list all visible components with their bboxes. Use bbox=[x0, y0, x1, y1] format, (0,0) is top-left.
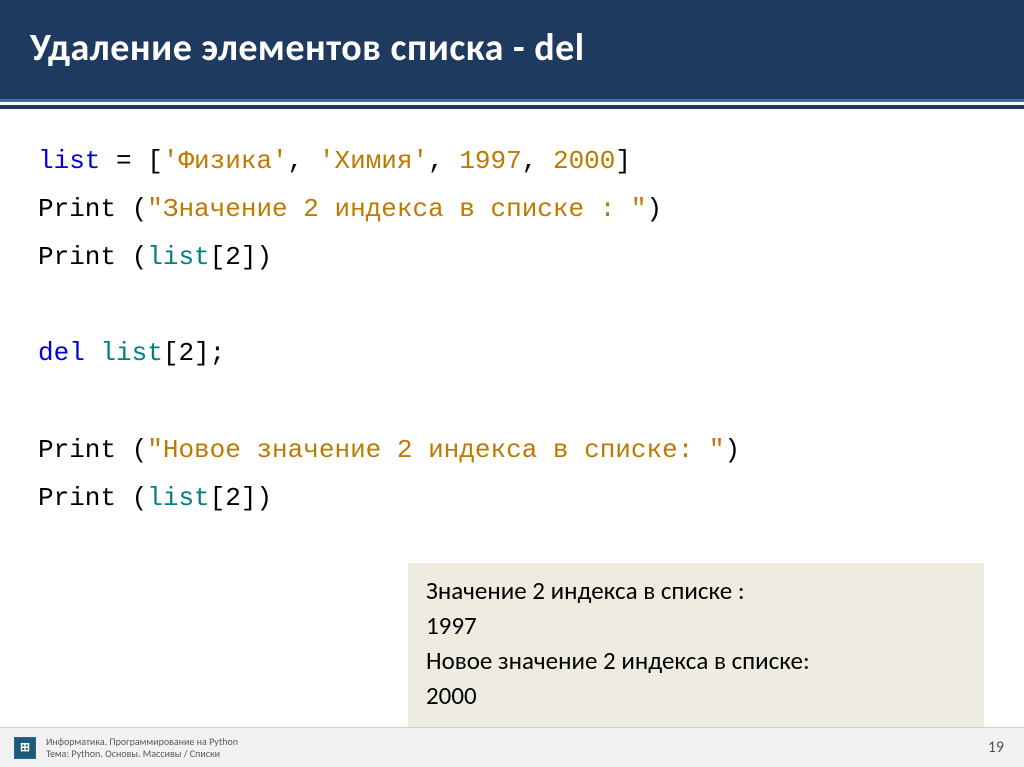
syntax bbox=[85, 338, 101, 368]
slide-header: Удаление элементов списка - del bbox=[0, 0, 1024, 102]
syntax: ] bbox=[615, 146, 631, 176]
code-line-4: del list[2]; bbox=[38, 329, 986, 377]
code-line-1: list = ['Физика', 'Химия', 1997, 2000] bbox=[38, 137, 986, 185]
blank-line bbox=[38, 281, 986, 329]
slide-footer: ⊞ Информатика. Программирование на Pytho… bbox=[0, 727, 1024, 767]
code-line-5: Print ("Новое значение 2 индекса в списк… bbox=[38, 426, 986, 474]
keyword-del: del bbox=[38, 338, 85, 368]
function-print: Print bbox=[38, 242, 116, 272]
string-literal: 'Химия' bbox=[319, 146, 428, 176]
syntax: ( bbox=[116, 194, 147, 224]
number-literal: 1997 bbox=[459, 146, 521, 176]
footer-logo-icon: ⊞ bbox=[14, 737, 36, 759]
function-print: Print bbox=[38, 435, 116, 465]
keyword-list: list bbox=[38, 146, 100, 176]
output-box: Значение 2 индекса в списке : 1997 Новое… bbox=[408, 563, 984, 727]
syntax: ( bbox=[116, 483, 147, 513]
output-line: 2000 bbox=[426, 678, 966, 713]
code-line-6: Print (list[2]) bbox=[38, 474, 986, 522]
footer-text: Информатика. Программирование на Python … bbox=[46, 736, 988, 760]
footer-line-1: Информатика. Программирование на Python bbox=[46, 736, 988, 748]
code-line-2: Print ("Значение 2 индекса в списке : ") bbox=[38, 185, 986, 233]
syntax: ( bbox=[116, 435, 147, 465]
syntax: [2]; bbox=[163, 338, 225, 368]
string-literal: "Новое значение 2 индекса в списке: " bbox=[147, 435, 724, 465]
slide-content: list = ['Физика', 'Химия', 1997, 2000] P… bbox=[0, 109, 1024, 550]
syntax: ) bbox=[647, 194, 663, 224]
output-line: Новое значение 2 индекса в списке: bbox=[426, 643, 966, 678]
syntax: [2]) bbox=[210, 242, 272, 272]
syntax: , bbox=[428, 146, 459, 176]
identifier: list bbox=[147, 483, 209, 513]
syntax: , bbox=[522, 146, 553, 176]
slide-title: Удаление элементов списка - del bbox=[30, 25, 994, 71]
function-print: Print bbox=[38, 194, 116, 224]
identifier: list bbox=[100, 338, 162, 368]
page-number: 19 bbox=[988, 738, 1004, 757]
syntax: ( bbox=[116, 242, 147, 272]
identifier: list bbox=[147, 242, 209, 272]
string-literal: 'Физика' bbox=[163, 146, 288, 176]
footer-line-2: Тема: Python. Основы. Массивы / Списки bbox=[46, 748, 988, 760]
number-literal: 2000 bbox=[553, 146, 615, 176]
blank-line bbox=[38, 377, 986, 425]
syntax: = [ bbox=[100, 146, 162, 176]
function-print: Print bbox=[38, 483, 116, 513]
string-literal: "Значение 2 индекса в списке : " bbox=[147, 194, 646, 224]
syntax: ) bbox=[725, 435, 741, 465]
syntax: , bbox=[288, 146, 319, 176]
output-line: 1997 bbox=[426, 608, 966, 643]
code-line-3: Print (list[2]) bbox=[38, 233, 986, 281]
output-line: Значение 2 индекса в списке : bbox=[426, 573, 966, 608]
syntax: [2]) bbox=[210, 483, 272, 513]
